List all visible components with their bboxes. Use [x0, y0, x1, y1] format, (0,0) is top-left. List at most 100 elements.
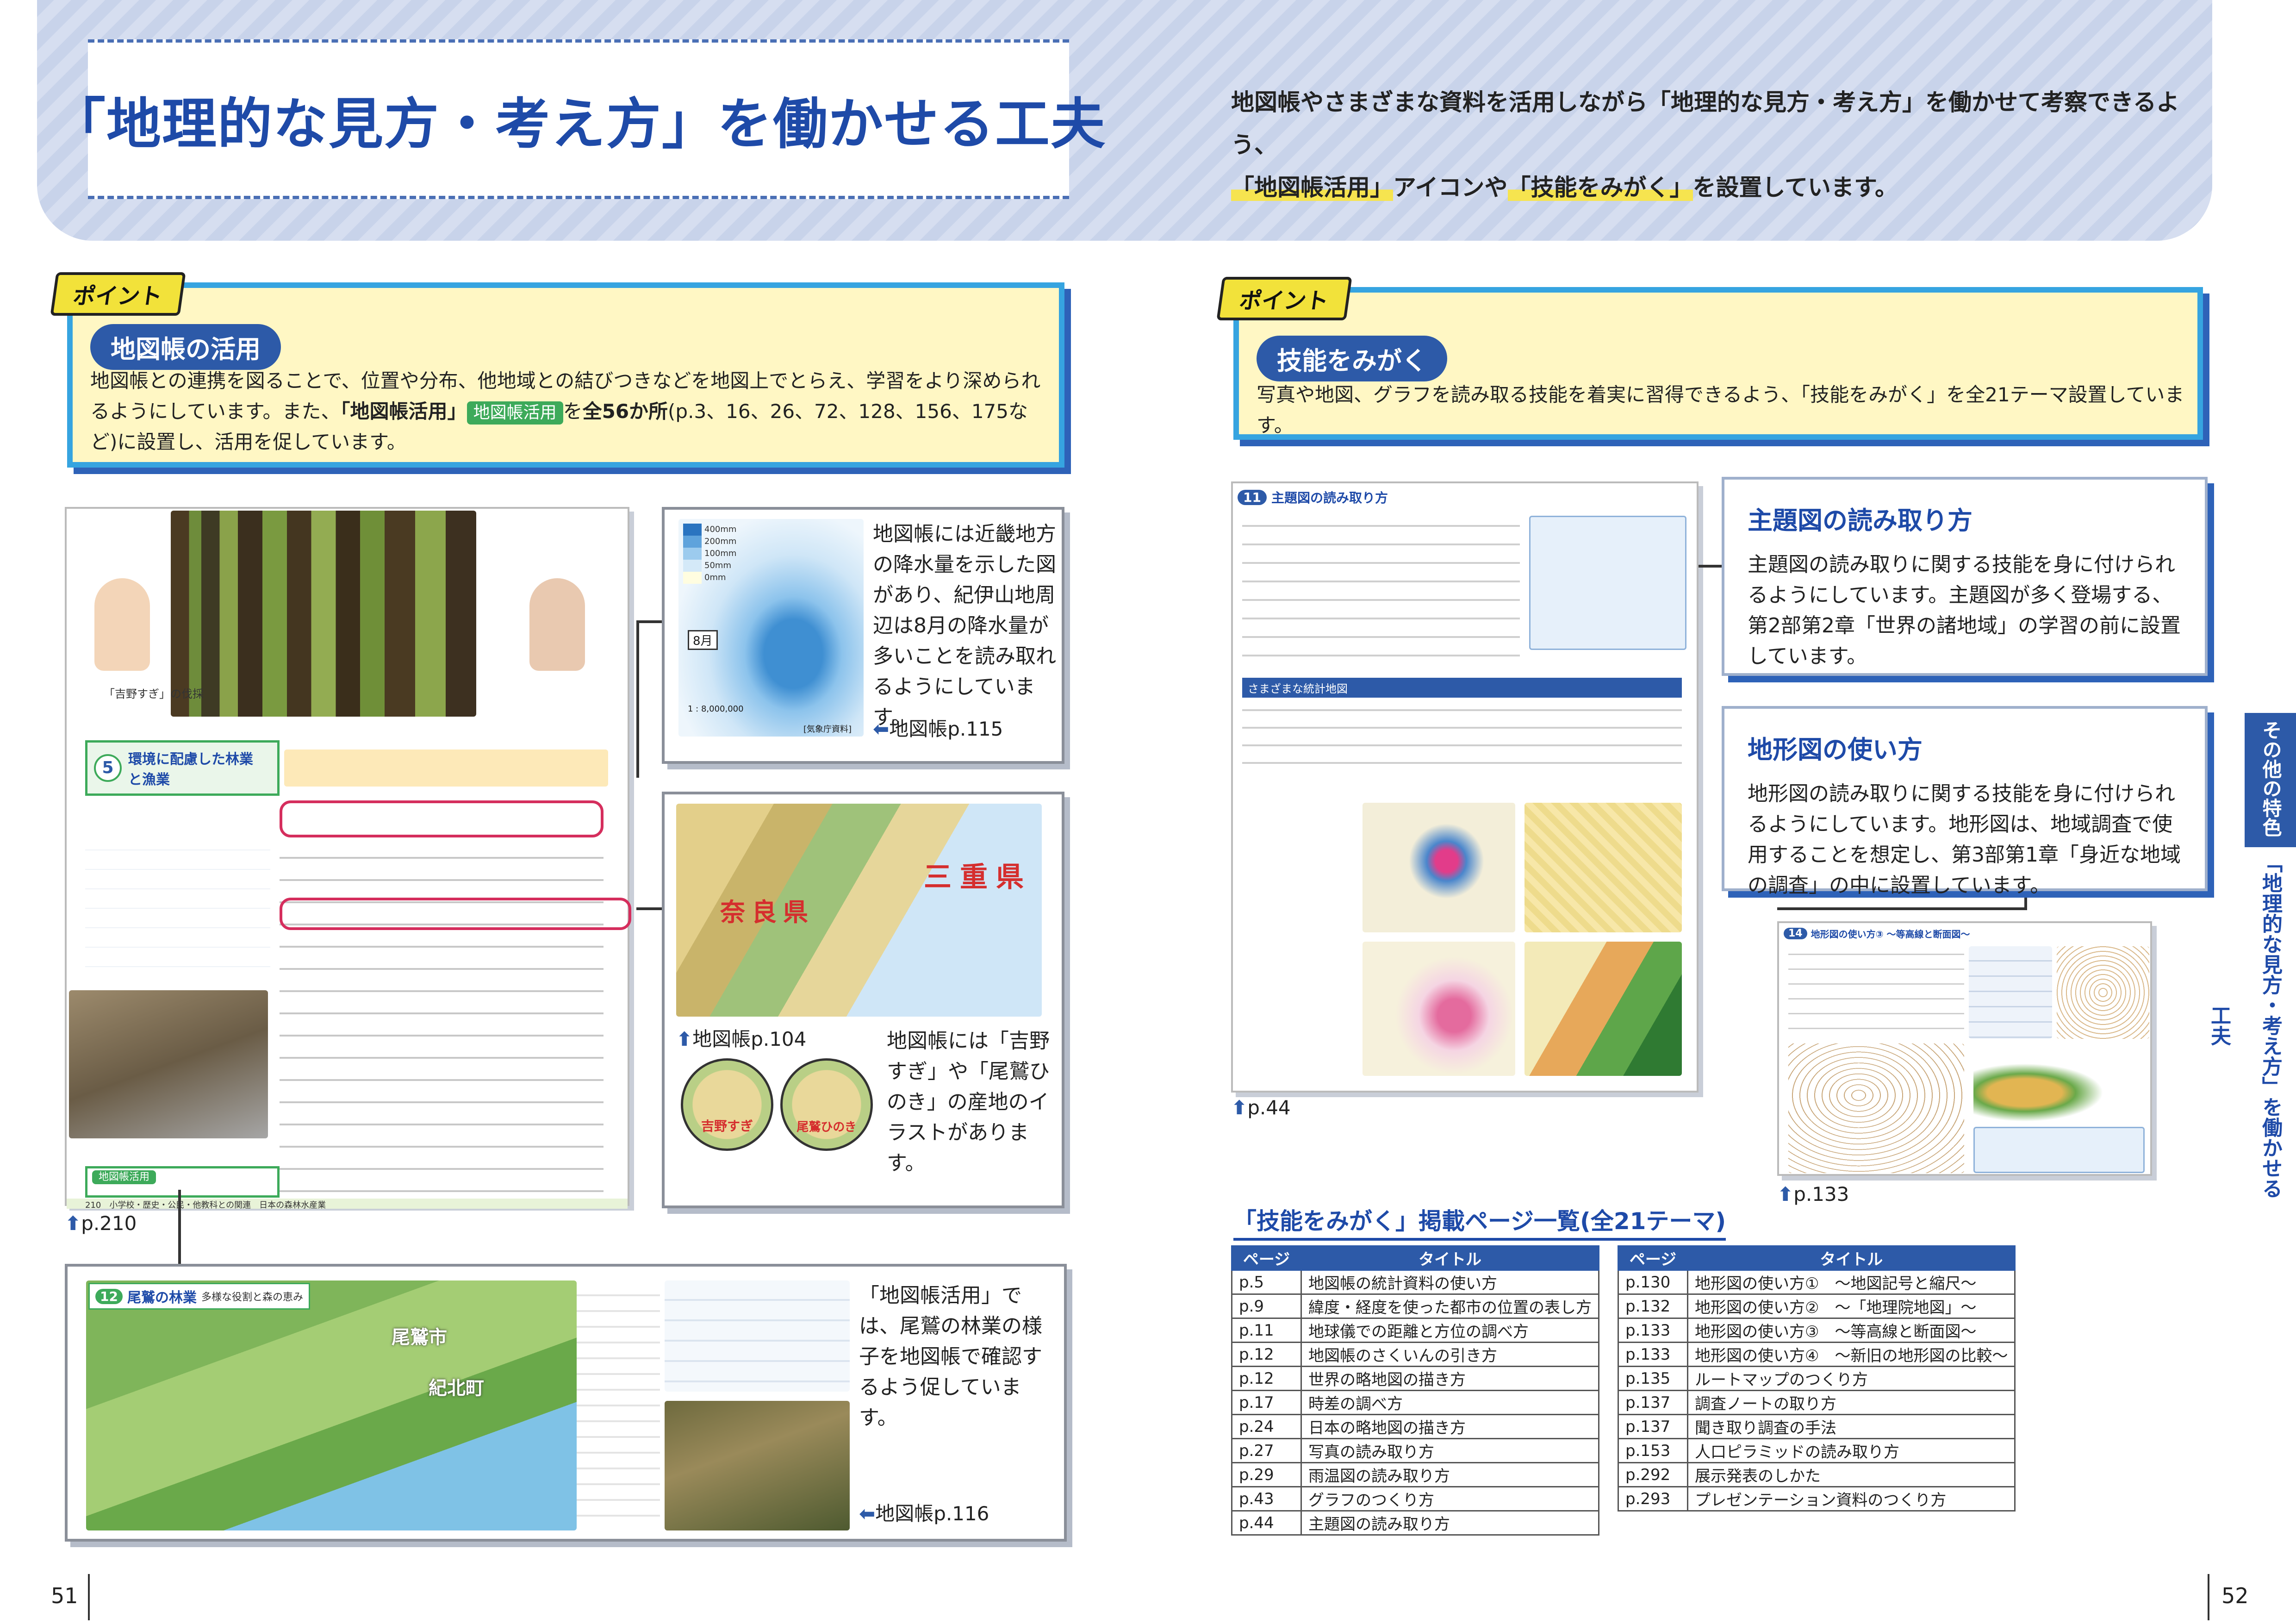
col-page-2: ページ	[1618, 1245, 1688, 1271]
left-point-tag: ポイント	[50, 272, 186, 316]
photo-caption: 「吉野すぎ」の伐採	[104, 687, 204, 700]
table-row: p.12 世界の略地図の描き方	[1231, 1366, 1599, 1391]
map3-subtitle: 多様な役割と森の恵み	[201, 1292, 303, 1303]
col-page: ページ	[1231, 1245, 1302, 1271]
left-text-bold2: 全56か所	[582, 400, 668, 423]
row-title: 聞き取り調査の手法	[1686, 1414, 2016, 1439]
map1-ref-label: 地図帳p.115	[889, 718, 1003, 740]
legend-0: 0mm	[683, 572, 736, 584]
textbook-footer: 210 小学校・歴史・公民・他教科との関連 日本の森林水産業	[67, 1199, 628, 1210]
row-title: 地形図の使い方① 〜地図記号と縮尺〜	[1686, 1269, 2016, 1295]
table-2: ページ タイトル p.130 地形図の使い方① 〜地図記号と縮尺〜 p.132 地形図…	[1618, 1245, 2016, 1512]
row-title: 日本の略地図の描き方	[1300, 1414, 1599, 1439]
bar-chart-thumb	[85, 833, 270, 986]
map1-month: 8月	[688, 630, 718, 650]
row-page: p.5	[1231, 1269, 1302, 1295]
row-title: 世界の略地図の描き方	[1300, 1366, 1599, 1391]
table-row: p.153 人口ピラミッドの読み取り方	[1618, 1438, 2016, 1463]
intro-highlight-2: 「技能をみがく」	[1507, 174, 1693, 201]
row-title: 調査ノートの取り方	[1686, 1390, 2016, 1415]
table-row: p.12 地図帳のさくいんの引き方	[1231, 1342, 1599, 1367]
skills-table-2: ページ タイトル p.130 地形図の使い方① 〜地図記号と縮尺〜 p.132 地形図…	[1618, 1245, 2016, 1512]
intro-mid: アイコンや	[1393, 174, 1508, 201]
row-page: p.11	[1231, 1318, 1302, 1343]
p44-ref-label: p.44	[1247, 1096, 1291, 1119]
map2-pref1: 三重県	[924, 861, 1032, 893]
box-thematic-map: 主題図の読み取り方 主題図の読み取りに関する技能を身に付けられるようにしています…	[1722, 477, 2208, 676]
box1-text: 主題図の読み取りに関する技能を身に付けられるようにしています。主題図が多く登場す…	[1748, 553, 2181, 668]
circle-yoshino: 吉野すぎ	[681, 1058, 773, 1151]
legend-400: 400mm	[683, 524, 736, 536]
table-row: p.29 雨温図の読み取り方	[1231, 1462, 1599, 1487]
row-title: 地図帳の統計資料の使い方	[1300, 1269, 1599, 1295]
row-page: p.44	[1231, 1510, 1302, 1536]
side-tab-line1: その他の特色	[2251, 718, 2290, 839]
mini-map-tag: 地図帳活用	[92, 1170, 156, 1184]
col-title: タイトル	[1300, 1245, 1599, 1271]
row-title: 展示発表のしかた	[1686, 1462, 2016, 1487]
row-page: p.24	[1231, 1414, 1302, 1439]
p44-map-d	[1524, 942, 1682, 1076]
row-title: ルートマップのつくり方	[1686, 1366, 2016, 1391]
p133-3d	[1973, 1048, 2145, 1122]
intro-end: を設置しています。	[1692, 174, 1898, 201]
map3-panel: 12 尾鷲の林業 多様な役割と森の恵み 尾鷲市 紀北町 「地図帳活用」では、尾鷲…	[65, 1264, 1067, 1542]
page-number-left: 51	[51, 1583, 78, 1608]
row-title: 時差の調べ方	[1300, 1390, 1599, 1415]
right-point-text: 写真や地図、グラフを読み取る技能を着実に習得できるよう、「技能をみがく」を全21…	[1257, 383, 2184, 437]
row-page: p.12	[1231, 1342, 1302, 1367]
row-page: p.133	[1618, 1318, 1688, 1343]
intro-text: 地図帳やさまざまな資料を活用しながら「地理的な見方・考え方」を働かせて考察できる…	[1231, 81, 2217, 209]
table-row: p.24 日本の略地図の描き方	[1231, 1414, 1599, 1439]
map3-photo	[665, 1401, 850, 1530]
row-page: p.137	[1618, 1390, 1688, 1415]
map3-town1: 尾鷲市	[392, 1327, 447, 1348]
table-row: p.137 聞き取り調査の手法	[1618, 1414, 2016, 1439]
map3-illustration	[86, 1280, 577, 1530]
box1-title: 主題図の読み取り方	[1748, 506, 1972, 535]
table-row: p.132 地形図の使い方② 〜「地理院地図」〜	[1618, 1293, 2016, 1319]
row-page: p.293	[1618, 1486, 1688, 1512]
table-row: p.135 ルートマップのつくり方	[1618, 1366, 2016, 1391]
map1-source: [気象庁資料]	[803, 725, 852, 734]
section-title-box: 5 環境に配慮した林業と漁業	[85, 740, 280, 796]
row-page: p.132	[1618, 1293, 1688, 1319]
map2-desc: 地図帳には「吉野すぎ」や「尾鷲ひのき」の産地のイラストがあります。	[887, 1029, 1050, 1175]
textbook-page-p210: 「吉野すぎ」の伐採 5 環境に配慮した林業と漁業 地図帳活用 210 小学校・歴…	[65, 507, 631, 1210]
connector-r1	[1699, 565, 1722, 568]
map3-graph	[665, 1280, 850, 1392]
p44-map-a	[1363, 803, 1515, 932]
p133-num: 14	[1784, 928, 1807, 939]
row-page: p.29	[1231, 1462, 1302, 1487]
map3-ref-label: 地図帳p.116	[875, 1502, 989, 1525]
row-title: 地形図の使い方② 〜「地理院地図」〜	[1686, 1293, 2016, 1319]
row-page: p.17	[1231, 1390, 1302, 1415]
row-page: p.133	[1618, 1342, 1688, 1367]
left-heading: 地図帳の活用	[90, 324, 281, 370]
map3-town2: 紀北町	[429, 1378, 484, 1399]
connector-3v	[178, 1190, 181, 1264]
table-row: p.137 調査ノートの取り方	[1618, 1390, 2016, 1415]
row-page: p.135	[1618, 1366, 1688, 1391]
box2-text: 地形図の読み取りに関する技能を身に付けられるようにしています。地形図は、地域調査…	[1748, 782, 2181, 897]
table-row: p.5 地図帳の統計資料の使い方	[1231, 1269, 1599, 1295]
row-title: 地図帳のさくいんの引き方	[1300, 1342, 1599, 1367]
p133-text	[1788, 946, 1964, 1039]
row-page: p.43	[1231, 1486, 1302, 1512]
col-title-2: タイトル	[1686, 1245, 2016, 1271]
skills-table-1: ページ タイトル p.5 地図帳の統計資料の使い方 p.9 緯度・経度を使った都市の位…	[1231, 1245, 1599, 1536]
box-topographic-map: 地形図の使い方 地形図の読み取りに関する技能を身に付けられるようにしています。地…	[1722, 706, 2208, 897]
map3-desc: 「地図帳活用」では、尾鷲の林業の様子を地図帳で確認するよう促しています。	[859, 1284, 1042, 1430]
row-page: p.137	[1618, 1414, 1688, 1439]
page-divider-right	[2208, 1574, 2209, 1620]
mini-map-tag-box: 地図帳活用	[85, 1166, 280, 1198]
p44-def-text	[1242, 701, 1682, 770]
circle-owase: 尾鷲ひのき	[780, 1058, 873, 1151]
table-1: ページ タイトル p.5 地図帳の統計資料の使い方 p.9 緯度・経度を使った都市の位…	[1231, 1245, 1599, 1536]
p133-table	[1969, 946, 2052, 1039]
side-tab-line2: 「地理的な見方・考え方」を働かせる工夫	[2207, 847, 2296, 1204]
table-row: p.133 地形図の使い方③ 〜等高線と断面図〜	[1618, 1318, 2016, 1343]
row-page: p.27	[1231, 1438, 1302, 1463]
legend-100: 100mm	[683, 548, 736, 560]
map3-legend	[577, 1280, 660, 1530]
